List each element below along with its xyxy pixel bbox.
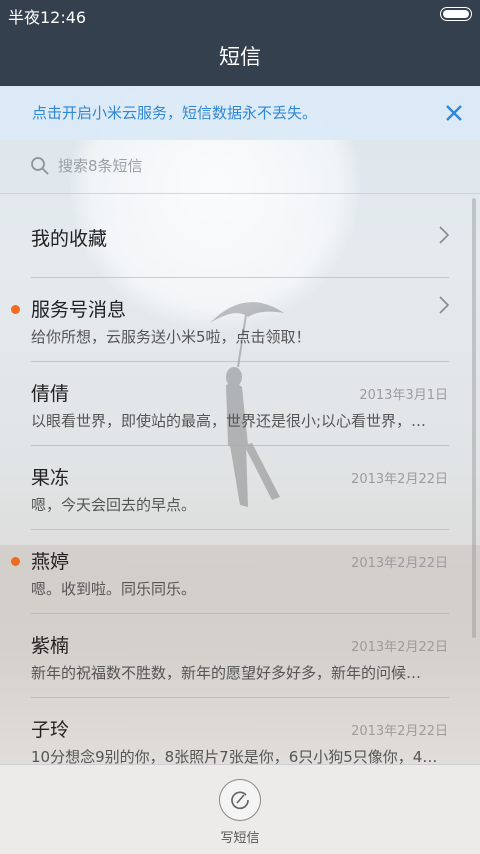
banner-text[interactable]: 点击开启小米云服务，短信数据永不丢失。 (32, 102, 317, 123)
search-bar[interactable] (0, 140, 480, 194)
contact-name: 子玲 (31, 719, 70, 741)
message-snippet: 以眼看世界，即使站的最高，世界还是很小;以心看世界，… (31, 412, 427, 430)
compose-button[interactable] (219, 779, 261, 821)
compose-icon (231, 791, 249, 810)
status-time: 半夜12:46 (8, 8, 87, 27)
bottom-bar: 写短信 (0, 764, 480, 854)
unread-dot (11, 557, 20, 566)
compose-label[interactable]: 写短信 (0, 827, 480, 846)
cloud-service-banner[interactable]: 点击开启小米云服务，短信数据永不丢失。 (0, 86, 480, 140)
message-snippet: 新年的祝福数不胜数，新年的愿望好多好多，新年的问候… (31, 664, 422, 682)
favorites-label: 我的收藏 (31, 228, 108, 250)
chevron-right-icon (439, 226, 450, 244)
search-input[interactable] (58, 154, 438, 178)
contact-name: 燕婷 (31, 551, 70, 573)
service-snippet: 给你所想，云服务送小米5啦，点击领取！ (31, 328, 311, 346)
message-date: 2013年2月22日 (351, 640, 448, 655)
conversation-item[interactable]: 倩倩 2013年3月1日 以眼看世界，即使站的最高，世界还是很小;以心看世界，… (0, 362, 480, 446)
close-icon[interactable] (442, 101, 466, 125)
status-bar: 半夜12:46 (0, 0, 480, 28)
battery-icon (440, 7, 472, 21)
contact-name: 倩倩 (31, 383, 70, 405)
service-name: 服务号消息 (31, 299, 127, 321)
chevron-right-icon (439, 296, 450, 314)
service-messages-item[interactable]: 服务号消息 给你所想，云服务送小米5啦，点击领取！ (0, 278, 480, 362)
conversation-item[interactable]: 燕婷 2013年2月22日 嗯。收到啦。同乐同乐。 (0, 530, 480, 614)
conversation-list: 我的收藏 服务号消息 给你所想，云服务送小米5啦，点击领取！ 倩倩 2013年3… (0, 194, 480, 782)
message-date: 2013年3月1日 (359, 388, 448, 403)
contact-name: 紫楠 (31, 635, 70, 657)
favorites-item[interactable]: 我的收藏 (0, 194, 480, 278)
message-date: 2013年2月22日 (351, 556, 448, 571)
message-snippet: 嗯，今天会回去的早点。 (31, 496, 197, 514)
page-title: 短信 (0, 28, 480, 86)
unread-dot (11, 305, 20, 314)
contact-name: 果冻 (31, 467, 70, 489)
message-date: 2013年2月22日 (351, 724, 448, 739)
search-icon (31, 157, 49, 175)
conversation-item[interactable]: 果冻 2013年2月22日 嗯，今天会回去的早点。 (0, 446, 480, 530)
message-date: 2013年2月22日 (351, 472, 448, 487)
scrollbar[interactable] (472, 198, 476, 638)
conversation-item[interactable]: 紫楠 2013年2月22日 新年的祝福数不胜数，新年的愿望好多好多，新年的问候… (0, 614, 480, 698)
message-snippet: 嗯。收到啦。同乐同乐。 (31, 580, 197, 598)
